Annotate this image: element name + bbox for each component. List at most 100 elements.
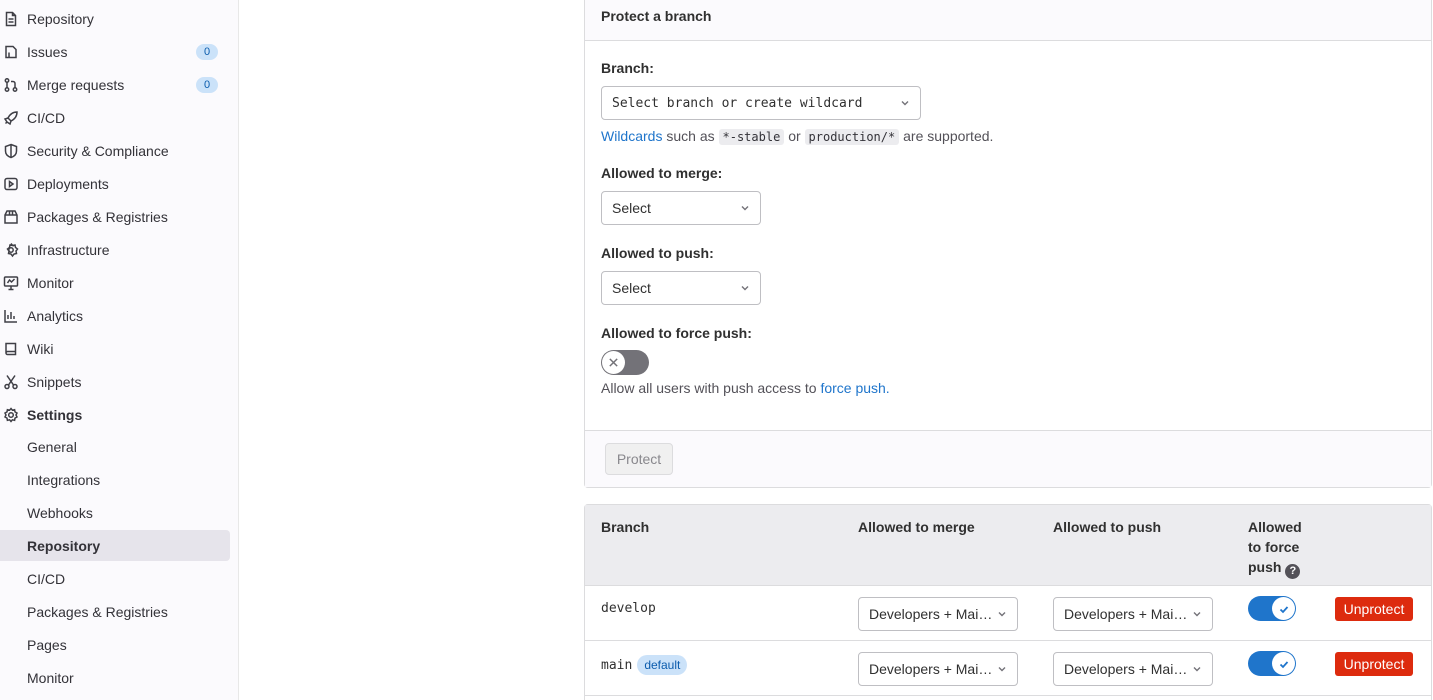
sidebar-item-merge-requests[interactable]: Merge requests 0 [0,68,230,101]
sidebar-item-settings[interactable]: Settings [0,398,230,431]
sidebar-item-label: CI/CD [27,109,66,126]
row-push-dropdown[interactable]: Developers + Maintainers [1053,652,1213,686]
allowed-to-push-label: Allowed to push: [601,245,714,261]
help-or: or [788,128,801,144]
sidebar-item-issues[interactable]: Issues 0 [0,35,230,68]
force-push-help-text: Allow all users with push access to [601,380,817,396]
settings-subitem-webhooks[interactable]: Webhooks [0,497,230,528]
force-header-line1: Allowed [1248,519,1302,535]
sidebar-item-security-compliance[interactable]: Security & Compliance [0,134,230,167]
monitor-icon [0,275,27,291]
row-force-push-toggle[interactable] [1248,651,1296,676]
settings-subitem-monitor[interactable]: Monitor [0,662,230,693]
sidebar-item-wiki[interactable]: Wiki [0,332,230,365]
sidebar-item-label: Merge requests [27,76,125,93]
sidebar-item-label: Infrastructure [27,241,110,258]
sidebar-item-infrastructure[interactable]: Infrastructure [0,233,230,266]
sidebar-item-label: Repository [27,10,94,27]
row-push-value: Developers + Maintainers [1064,606,1192,622]
allowed-to-merge-dropdown[interactable]: Select [601,191,761,225]
default-badge: default [637,655,688,675]
protect-branch-form: Protect a branch Branch: Select branch o… [584,0,1432,488]
branch-name: develop [601,601,656,616]
sidebar-item-repository[interactable]: Repository [0,2,230,35]
row-push-dropdown[interactable]: Developers + Maintainers [1053,597,1213,631]
row-merge-value: Developers + Maintainers [869,606,997,622]
column-header-push: Allowed to push [1053,519,1162,535]
branch-select-dropdown[interactable]: Select branch or create wildcard [601,86,921,120]
deployments-icon [0,176,27,192]
chevron-down-icon [1192,609,1202,619]
help-supported: are supported. [903,128,994,144]
force-push-toggle[interactable] [601,350,649,375]
row-merge-value: Developers + Maintainers [869,661,997,677]
sidebar-item-monitor[interactable]: Monitor [0,266,230,299]
scissors-icon [0,374,27,390]
row-force-push-toggle[interactable] [1248,596,1296,621]
sidebar-item-label: Analytics [27,307,84,324]
allowed-to-merge-label: Allowed to merge: [601,165,723,181]
protect-branch-title: Protect a branch [585,0,1431,41]
settings-subitem-packages-registries[interactable]: Packages & Registries [0,596,230,627]
force-header-line2: to force [1248,539,1300,555]
shield-icon [0,143,27,159]
settings-subitem-general[interactable]: General [0,431,230,462]
settings-subitem-cicd[interactable]: CI/CD [0,563,230,594]
help-such-as: such as [666,128,715,144]
allowed-to-push-value: Select [612,280,651,296]
allowed-to-push-dropdown[interactable]: Select [601,271,761,305]
document-icon [0,11,27,27]
sidebar-item-cicd[interactable]: CI/CD [0,101,230,134]
force-header-line3: push [1248,559,1282,575]
chevron-down-icon [900,98,910,108]
sidebar-item-deployments[interactable]: Deployments [0,167,230,200]
column-header-merge: Allowed to merge [858,519,975,535]
chart-icon [0,308,27,324]
branch-label: Branch: [601,60,654,76]
check-icon [1272,652,1295,675]
settings-subitem-integrations[interactable]: Integrations [0,464,230,495]
merge-requests-count-badge: 0 [196,76,218,93]
branch-name-cell: develop [601,601,656,616]
package-icon [0,209,27,225]
chevron-down-icon [997,609,1007,619]
close-icon [602,351,625,374]
row-push-value: Developers + Maintainers [1064,661,1192,677]
protect-button[interactable]: Protect [605,443,673,475]
issues-icon [0,44,27,60]
unprotect-button[interactable]: Unprotect [1335,597,1413,621]
settings-subitem-pages[interactable]: Pages [0,629,230,660]
sidebar-item-label: Deployments [27,175,109,192]
help-icon[interactable]: ? [1285,563,1301,579]
table-row: develop Developers + Maintainers Develop… [585,586,1431,641]
table-header: Branch Allowed to merge Allowed to push … [585,505,1431,586]
sidebar-item-label: Security & Compliance [27,142,169,159]
row-merge-dropdown[interactable]: Developers + Maintainers [858,652,1018,686]
allowed-to-merge-value: Select [612,200,651,216]
row-merge-dropdown[interactable]: Developers + Maintainers [858,597,1018,631]
wildcards-link[interactable]: Wildcards [601,128,662,144]
protected-branches-table: Branch Allowed to merge Allowed to push … [584,504,1432,700]
sidebar-item-label: Packages & Registries [27,208,168,225]
code-stable: *-stable [718,129,785,145]
wildcards-help-text: Wildcards such as *-stable or production… [601,128,994,145]
merge-request-icon [0,77,27,93]
form-footer: Protect [585,430,1431,487]
force-push-link[interactable]: force push. [820,380,889,396]
allowed-to-force-push-label: Allowed to force push: [601,325,752,341]
sidebar-item-analytics[interactable]: Analytics [0,299,230,332]
column-header-force-push: Allowed to force push ? [1248,517,1318,579]
sidebar: Repository Issues 0 Merge requests 0 CI/… [0,0,239,700]
chevron-down-icon [1192,664,1202,674]
sidebar-item-snippets[interactable]: Snippets [0,365,230,398]
sidebar-item-packages-registries[interactable]: Packages & Registries [0,200,230,233]
sidebar-item-label: Monitor [27,274,74,291]
unprotect-button[interactable]: Unprotect [1335,652,1413,676]
gear-icon [0,406,27,423]
settings-subitem-repository[interactable]: Repository [0,530,230,561]
branch-name-cell: main default [601,655,688,675]
column-header-branch: Branch [601,519,650,535]
sidebar-item-label: Settings [27,406,83,423]
sidebar-item-label: Wiki [27,340,54,357]
code-production: production/* [804,129,900,145]
